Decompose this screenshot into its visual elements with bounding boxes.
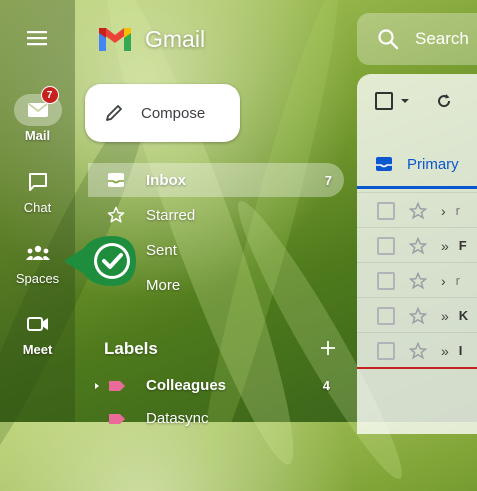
label-name-datasync: Datasync xyxy=(146,410,209,427)
row-sender: r xyxy=(455,273,461,288)
search-bar[interactable]: Search xyxy=(357,13,477,65)
refresh-icon[interactable] xyxy=(435,92,453,110)
mail-row[interactable]: › r xyxy=(357,192,477,228)
label-item-colleagues[interactable]: Colleagues 4 xyxy=(90,377,340,394)
chevron-down-icon[interactable] xyxy=(399,96,411,106)
check-circle-icon xyxy=(64,236,136,286)
search-icon xyxy=(378,29,399,50)
label-name-colleagues: Colleagues xyxy=(146,377,227,394)
nav-label-starred: Starred xyxy=(146,206,196,224)
star-icon[interactable] xyxy=(409,201,427,220)
nav-item-starred[interactable]: Starred xyxy=(88,198,344,232)
tab-primary[interactable]: Primary xyxy=(357,142,477,189)
video-camera-icon xyxy=(26,317,48,331)
label-item-datasync[interactable]: Datasync xyxy=(90,410,340,427)
chat-icon xyxy=(28,173,47,191)
spaces-checkmark-callout xyxy=(62,236,136,286)
mail-list-panel: Primary › r » F › r » K » I xyxy=(357,74,477,434)
spaces-icon xyxy=(25,245,50,260)
mail-row[interactable]: » F xyxy=(357,227,477,263)
tab-label-primary: Primary xyxy=(407,155,459,173)
pencil-icon xyxy=(106,105,122,121)
importance-marker[interactable]: » xyxy=(441,238,449,254)
nav-label-sent: Sent xyxy=(146,241,177,259)
row-sender: F xyxy=(458,238,467,253)
rail-label-chat: Chat xyxy=(23,200,52,215)
rail-item-mail[interactable]: 7 Mail xyxy=(0,86,75,143)
labels-section-header: Labels xyxy=(104,335,336,363)
star-icon xyxy=(107,206,125,223)
mail-row[interactable]: » K xyxy=(357,297,477,333)
rail-label-mail: Mail xyxy=(24,128,51,143)
add-label-button[interactable] xyxy=(320,335,336,363)
importance-marker[interactable]: » xyxy=(441,343,449,359)
labels-heading: Labels xyxy=(104,339,158,358)
importance-marker[interactable]: › xyxy=(441,203,446,219)
plus-icon xyxy=(321,341,335,355)
mail-row[interactable]: » I xyxy=(357,332,477,368)
row-checkbox[interactable] xyxy=(377,271,395,290)
row-sender: r xyxy=(455,203,461,218)
rail-item-meet[interactable]: Meet xyxy=(0,308,75,357)
star-icon[interactable] xyxy=(409,306,427,325)
main-menu-button[interactable] xyxy=(25,28,49,53)
mail-row[interactable]: › r xyxy=(357,262,477,298)
nav-label-more: More xyxy=(146,276,181,294)
app-name: Gmail xyxy=(145,25,206,52)
row-checkbox[interactable] xyxy=(377,306,395,325)
star-icon[interactable] xyxy=(409,271,427,290)
select-all-checkbox[interactable] xyxy=(375,92,393,110)
label-tag-icon xyxy=(109,413,125,424)
mail-row[interactable] xyxy=(357,367,477,404)
row-sender: I xyxy=(458,343,463,358)
mail-icon xyxy=(27,103,48,117)
expand-arrow-icon xyxy=(95,382,99,389)
rail-item-chat[interactable]: Chat xyxy=(0,166,75,215)
rail-label-meet: Meet xyxy=(22,342,53,357)
nav-item-inbox[interactable]: Inbox 7 xyxy=(88,163,344,197)
compose-button[interactable]: Compose xyxy=(85,84,240,142)
nav-label-inbox: Inbox xyxy=(146,171,186,189)
star-icon[interactable] xyxy=(409,341,427,360)
row-checkbox[interactable] xyxy=(377,236,395,255)
list-toolbar xyxy=(375,92,453,110)
importance-marker[interactable]: » xyxy=(441,308,449,324)
star-icon[interactable] xyxy=(409,236,427,255)
row-sender: K xyxy=(458,308,469,323)
hamburger-menu-icon xyxy=(27,31,47,46)
label-count-colleagues: 4 xyxy=(322,378,330,393)
inbox-tab-icon xyxy=(376,157,392,171)
row-checkbox[interactable] xyxy=(377,341,395,360)
search-placeholder: Search xyxy=(415,29,469,48)
label-tag-icon xyxy=(109,380,125,391)
gmail-m-icon xyxy=(99,28,131,51)
importance-marker[interactable]: › xyxy=(441,273,446,289)
inbox-count: 7 xyxy=(324,172,332,188)
row-checkbox[interactable] xyxy=(377,201,395,220)
gmail-logo[interactable]: Gmail xyxy=(97,25,205,53)
unread-badge: 7 xyxy=(40,86,59,104)
compose-label: Compose xyxy=(141,104,206,122)
inbox-icon xyxy=(108,173,124,187)
